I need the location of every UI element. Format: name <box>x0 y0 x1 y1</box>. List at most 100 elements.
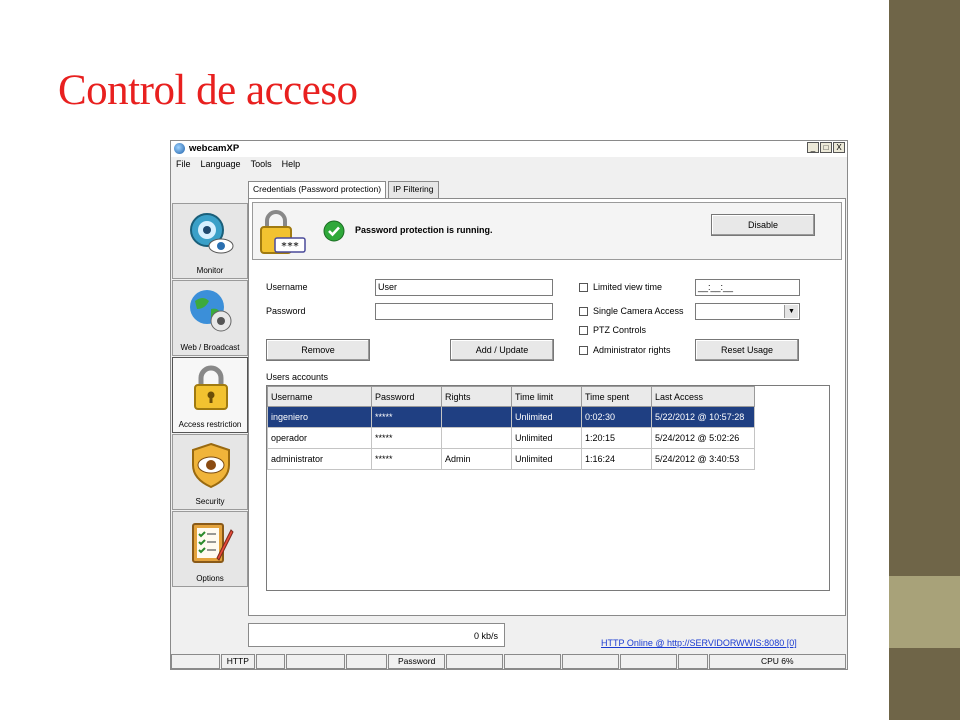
sidebar-item-monitor[interactable]: Monitor <box>172 203 248 279</box>
menu-language[interactable]: Language <box>196 157 246 173</box>
cell-time-limit: Unlimited <box>511 448 582 470</box>
cell-username: operador <box>267 427 372 449</box>
sidebar-item-label: Monitor <box>196 266 224 275</box>
status-cell <box>446 654 504 669</box>
slide-title: Control de acceso <box>58 67 358 114</box>
disable-button[interactable]: Disable <box>711 214 815 236</box>
column-header-last-access[interactable]: Last Access <box>651 386 755 407</box>
limited-view-time-checkbox[interactable] <box>579 283 588 292</box>
username-label: Username <box>266 282 308 292</box>
ptz-controls-checkbox[interactable] <box>579 326 588 335</box>
cell-rights: Admin <box>441 448 512 470</box>
status-cell <box>504 654 562 669</box>
camera-select[interactable]: ▼ <box>695 303 800 320</box>
cell-time-spent: 0:02:30 <box>581 406 652 428</box>
ptz-controls-label: PTZ Controls <box>593 325 647 335</box>
admin-rights-checkbox[interactable] <box>579 346 588 355</box>
app-window: webcamXP _ □ X File Language Tools Help … <box>170 140 848 670</box>
protection-status-box: *** Password protection is running. Disa… <box>252 202 842 260</box>
status-cell <box>255 654 285 669</box>
table-row[interactable]: operador ***** Unlimited 1:20:15 5/24/20… <box>267 427 755 449</box>
status-cell <box>345 654 388 669</box>
sidebar-item-access-restriction[interactable]: Access restriction <box>172 357 248 433</box>
limited-view-time-input[interactable]: __:__:__ <box>695 279 800 296</box>
chevron-down-icon[interactable]: ▼ <box>784 305 798 318</box>
password-input[interactable] <box>375 303 553 320</box>
sidebar-item-label: Security <box>195 497 225 506</box>
close-button[interactable]: X <box>833 142 845 153</box>
column-header-password[interactable]: Password <box>371 386 442 407</box>
cell-time-limit: Unlimited <box>511 427 582 449</box>
cell-password: ***** <box>371 448 442 470</box>
username-input[interactable]: User <box>375 279 553 296</box>
sidebar-item-security[interactable]: Security <box>172 434 248 510</box>
cell-username: ingeniero <box>267 406 372 428</box>
tab-strip: Credentials (Password protection) IP Fil… <box>248 181 441 198</box>
status-cell <box>286 654 345 669</box>
sidebar-item-label: Web / Broadcast <box>180 343 240 352</box>
title-bar: webcamXP _ □ X <box>171 141 847 158</box>
lock-password-icon: *** <box>260 210 306 254</box>
status-cell <box>562 654 620 669</box>
single-camera-label: Single Camera Access <box>593 306 684 316</box>
reset-usage-button[interactable]: Reset Usage <box>695 339 799 361</box>
column-header-time-spent[interactable]: Time spent <box>581 386 652 407</box>
decorative-side-bar-bottom <box>889 648 960 720</box>
status-cell-http: HTTP <box>221 654 255 669</box>
sidebar-item-options[interactable]: Options <box>172 511 248 587</box>
menu-tools[interactable]: Tools <box>246 157 277 173</box>
users-table: Username Password Rights Time limit Time… <box>266 385 830 591</box>
sidebar-item-label: Access restriction <box>178 420 242 429</box>
table-header-row: Username Password Rights Time limit Time… <box>267 386 755 407</box>
menu-file[interactable]: File <box>171 157 196 173</box>
tab-credentials[interactable]: Credentials (Password protection) <box>248 181 387 198</box>
clipboard-checklist-icon <box>192 523 234 563</box>
status-cell <box>678 654 708 669</box>
protection-status-text: Password protection is running. <box>355 225 493 235</box>
webcam-app-icon <box>174 143 185 154</box>
tab-ip-filtering[interactable]: IP Filtering <box>388 181 439 198</box>
status-cell-password: Password <box>388 654 446 669</box>
status-cell-cpu: CPU 6% <box>708 654 846 669</box>
http-online-link[interactable]: HTTP Online @ http://SERVIDORWWIS:8080 [… <box>601 638 797 648</box>
bandwidth-rate: 0 kb/s <box>473 631 498 641</box>
globe-webcam-icon <box>190 290 232 332</box>
cell-password: ***** <box>371 427 442 449</box>
shield-eye-icon <box>192 442 230 489</box>
status-bar: HTTP Password CPU 6% <box>171 654 847 669</box>
cell-username: administrator <box>267 448 372 470</box>
remove-button[interactable]: Remove <box>266 339 370 361</box>
cell-rights <box>441 406 512 428</box>
maximize-button[interactable]: □ <box>820 142 832 153</box>
padlock-icon <box>194 365 228 410</box>
webcam-eye-icon <box>190 213 234 254</box>
status-cell <box>620 654 678 669</box>
admin-rights-label: Administrator rights <box>593 345 671 355</box>
single-camera-checkbox[interactable] <box>579 307 588 316</box>
column-header-username[interactable]: Username <box>267 386 372 407</box>
sidebar-item-web-broadcast[interactable]: Web / Broadcast <box>172 280 248 356</box>
add-update-button[interactable]: Add / Update <box>450 339 554 361</box>
password-label: Password <box>266 306 306 316</box>
menu-bar: File Language Tools Help <box>171 157 847 173</box>
status-cell <box>171 654 221 669</box>
bandwidth-box: 0 kb/s <box>248 623 505 647</box>
column-header-time-limit[interactable]: Time limit <box>511 386 582 407</box>
minimize-button[interactable]: _ <box>807 142 819 153</box>
cell-last-access: 5/24/2012 @ 3:40:53 <box>651 448 755 470</box>
cell-time-spent: 1:20:15 <box>581 427 652 449</box>
limited-view-time-label: Limited view time <box>593 282 663 292</box>
decorative-side-bar <box>889 0 960 576</box>
users-accounts-label: Users accounts <box>266 372 329 382</box>
cell-last-access: 5/22/2012 @ 10:57:28 <box>651 406 755 428</box>
menu-help[interactable]: Help <box>277 157 306 173</box>
cell-time-limit: Unlimited <box>511 406 582 428</box>
cell-password: ***** <box>371 406 442 428</box>
sidebar-item-label: Options <box>196 574 224 583</box>
column-header-rights[interactable]: Rights <box>441 386 512 407</box>
table-row[interactable]: ingeniero ***** Unlimited 0:02:30 5/22/2… <box>267 406 755 428</box>
cell-rights <box>441 427 512 449</box>
decorative-side-bar-accent <box>889 576 960 648</box>
cell-last-access: 5/24/2012 @ 5:02:26 <box>651 427 755 449</box>
table-row[interactable]: administrator ***** Admin Unlimited 1:16… <box>267 448 755 470</box>
